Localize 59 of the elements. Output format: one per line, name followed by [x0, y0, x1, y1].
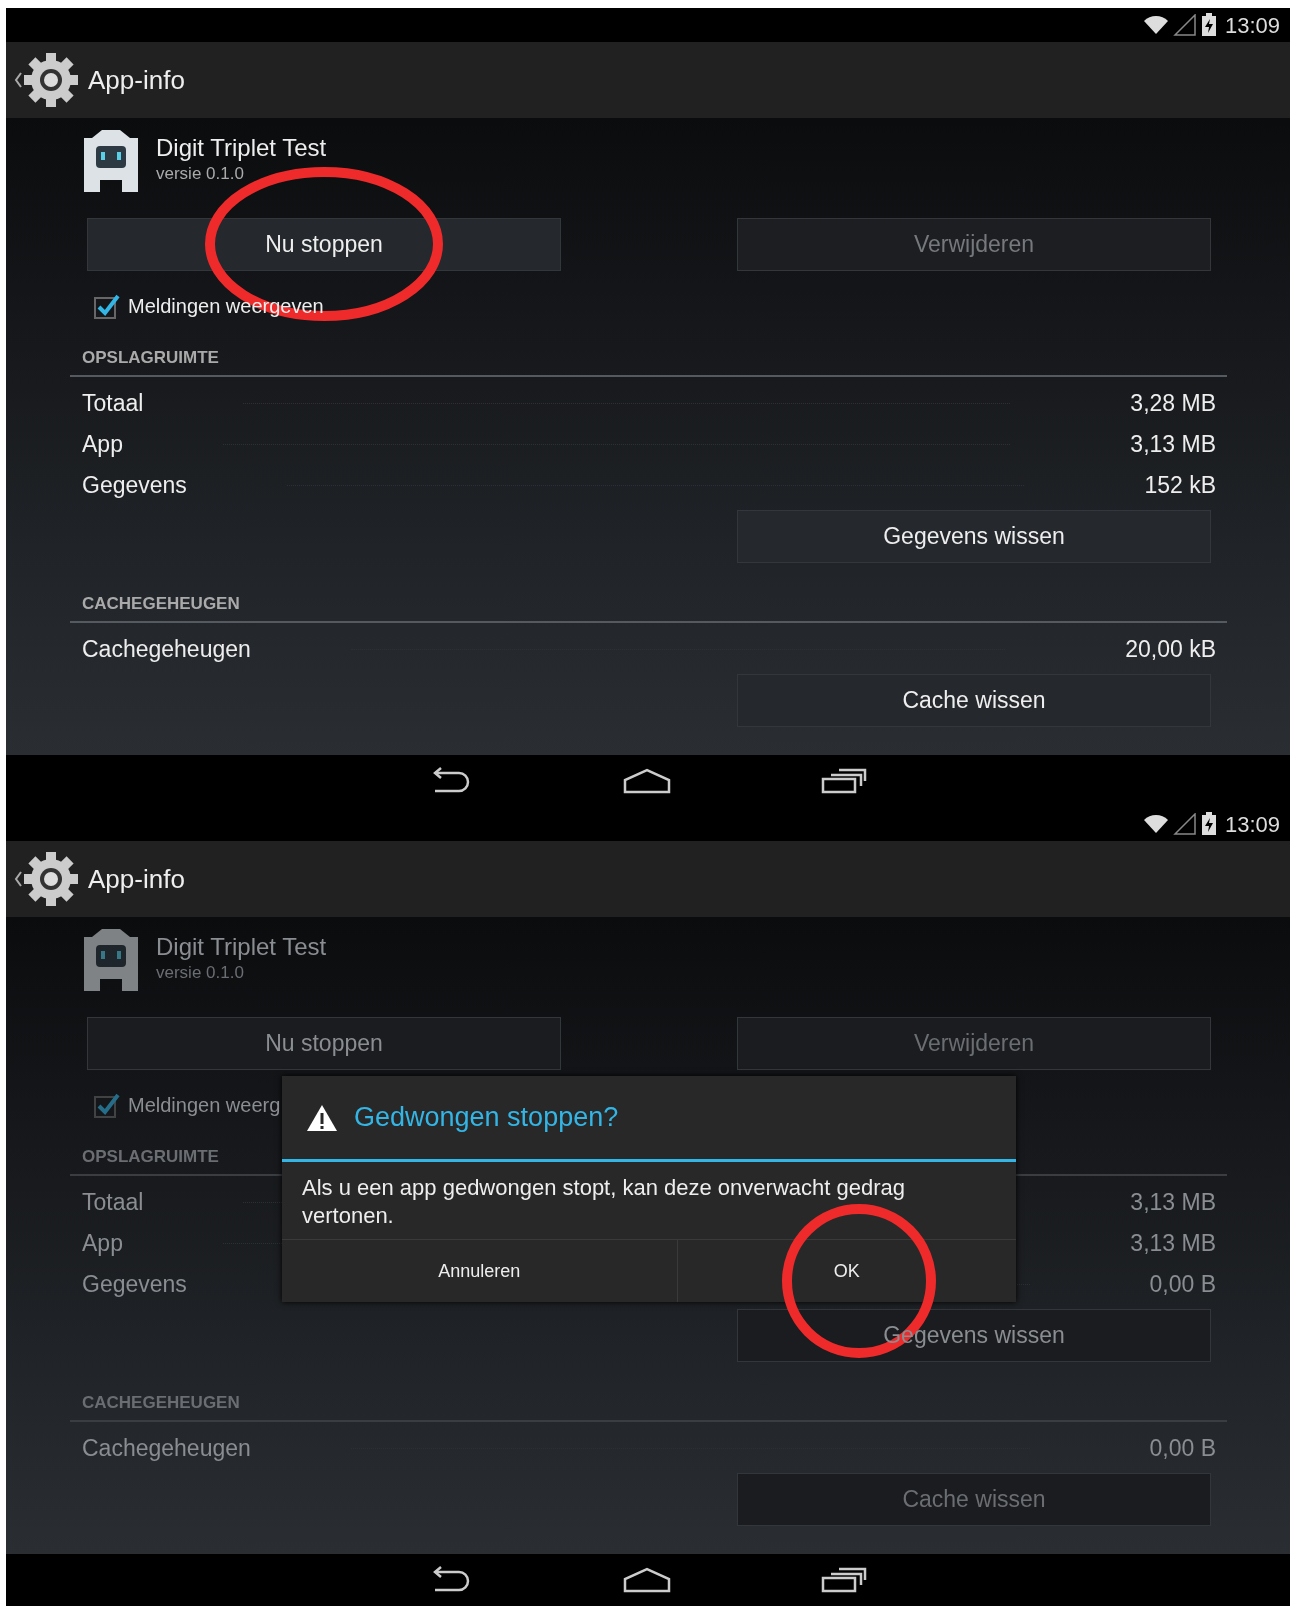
row-label: Gegevens	[82, 1270, 187, 1300]
action-button[interactable]: Gegevens wissen	[737, 510, 1211, 563]
recents-icon	[821, 1567, 867, 1593]
action-button[interactable]: Nu stoppen	[87, 218, 561, 271]
row-value: 3,28 MB	[1130, 389, 1216, 419]
dialog-title: Gedwongen stoppen?	[354, 1101, 619, 1135]
row-label: Gegevens	[82, 471, 187, 501]
warning-icon	[306, 1103, 338, 1132]
home-button[interactable]	[623, 768, 671, 794]
dialog-button[interactable]: Annuleren	[282, 1240, 677, 1302]
signal-icon	[1172, 813, 1197, 835]
dialog-message: Als u een app gedwongen stopt, kan deze onverwacht gedrag vertonen.	[282, 1162, 1016, 1240]
back-chevron-icon	[14, 72, 22, 88]
wifi-icon	[1142, 14, 1169, 36]
home-icon	[623, 1567, 671, 1593]
row-value: 3,13 MB	[1130, 1188, 1216, 1218]
row-value: 3,13 MB	[1130, 1229, 1216, 1259]
home-icon	[623, 768, 671, 794]
signal-icon	[1172, 14, 1197, 36]
app-version: versie 0.1.0	[156, 962, 245, 985]
back-chevron-icon	[14, 871, 22, 887]
row-value: 3,13 MB	[1130, 430, 1216, 460]
recents-button[interactable]	[821, 768, 867, 794]
home-button[interactable]	[623, 1567, 671, 1593]
screen-title: App-info	[88, 862, 185, 896]
row-value: 152 kB	[1144, 471, 1216, 501]
action-button[interactable]: Cache wissen	[737, 674, 1211, 727]
app-icon	[82, 929, 140, 991]
clock-time: 13:09	[1224, 810, 1280, 839]
wifi-icon	[1142, 813, 1169, 835]
section-header: CACHEGEHEUGEN	[70, 587, 1227, 623]
row-label: App	[82, 1229, 123, 1259]
clock-time: 13:09	[1224, 11, 1280, 40]
checkbox-label: Meldingen weerg	[128, 1093, 281, 1118]
checkbox[interactable]	[94, 1092, 120, 1118]
row-label: Totaal	[82, 1188, 144, 1218]
action-button[interactable]: Nu stoppen	[87, 1017, 561, 1070]
app-name: Digit Triplet Test	[156, 934, 327, 961]
row-label: Cachegeheugen	[82, 1434, 251, 1464]
row-value: 0,00 B	[1149, 1434, 1216, 1464]
recents-icon	[821, 768, 867, 794]
settings-icon	[22, 51, 80, 109]
dialog-button[interactable]: OK	[676, 1240, 1016, 1302]
screen-title: App-info	[88, 63, 185, 97]
row-label: Totaal	[82, 389, 144, 419]
settings-icon	[22, 850, 80, 908]
battery-icon	[1200, 13, 1217, 37]
section-header: CACHEGEHEUGEN	[70, 1386, 1227, 1422]
row-label: Cachegeheugen	[82, 635, 251, 665]
row-label: App	[82, 430, 123, 460]
checkbox[interactable]	[94, 293, 120, 319]
battery-icon	[1200, 812, 1217, 836]
app-name: Digit Triplet Test	[156, 135, 327, 162]
app-version: versie 0.1.0	[156, 163, 245, 186]
row-value: 0,00 B	[1149, 1270, 1216, 1300]
app-icon	[82, 130, 140, 192]
recents-button[interactable]	[821, 1567, 867, 1593]
row-value: 20,00 kB	[1125, 635, 1216, 665]
section-header: OPSLAGRUIMTE	[70, 341, 1227, 377]
